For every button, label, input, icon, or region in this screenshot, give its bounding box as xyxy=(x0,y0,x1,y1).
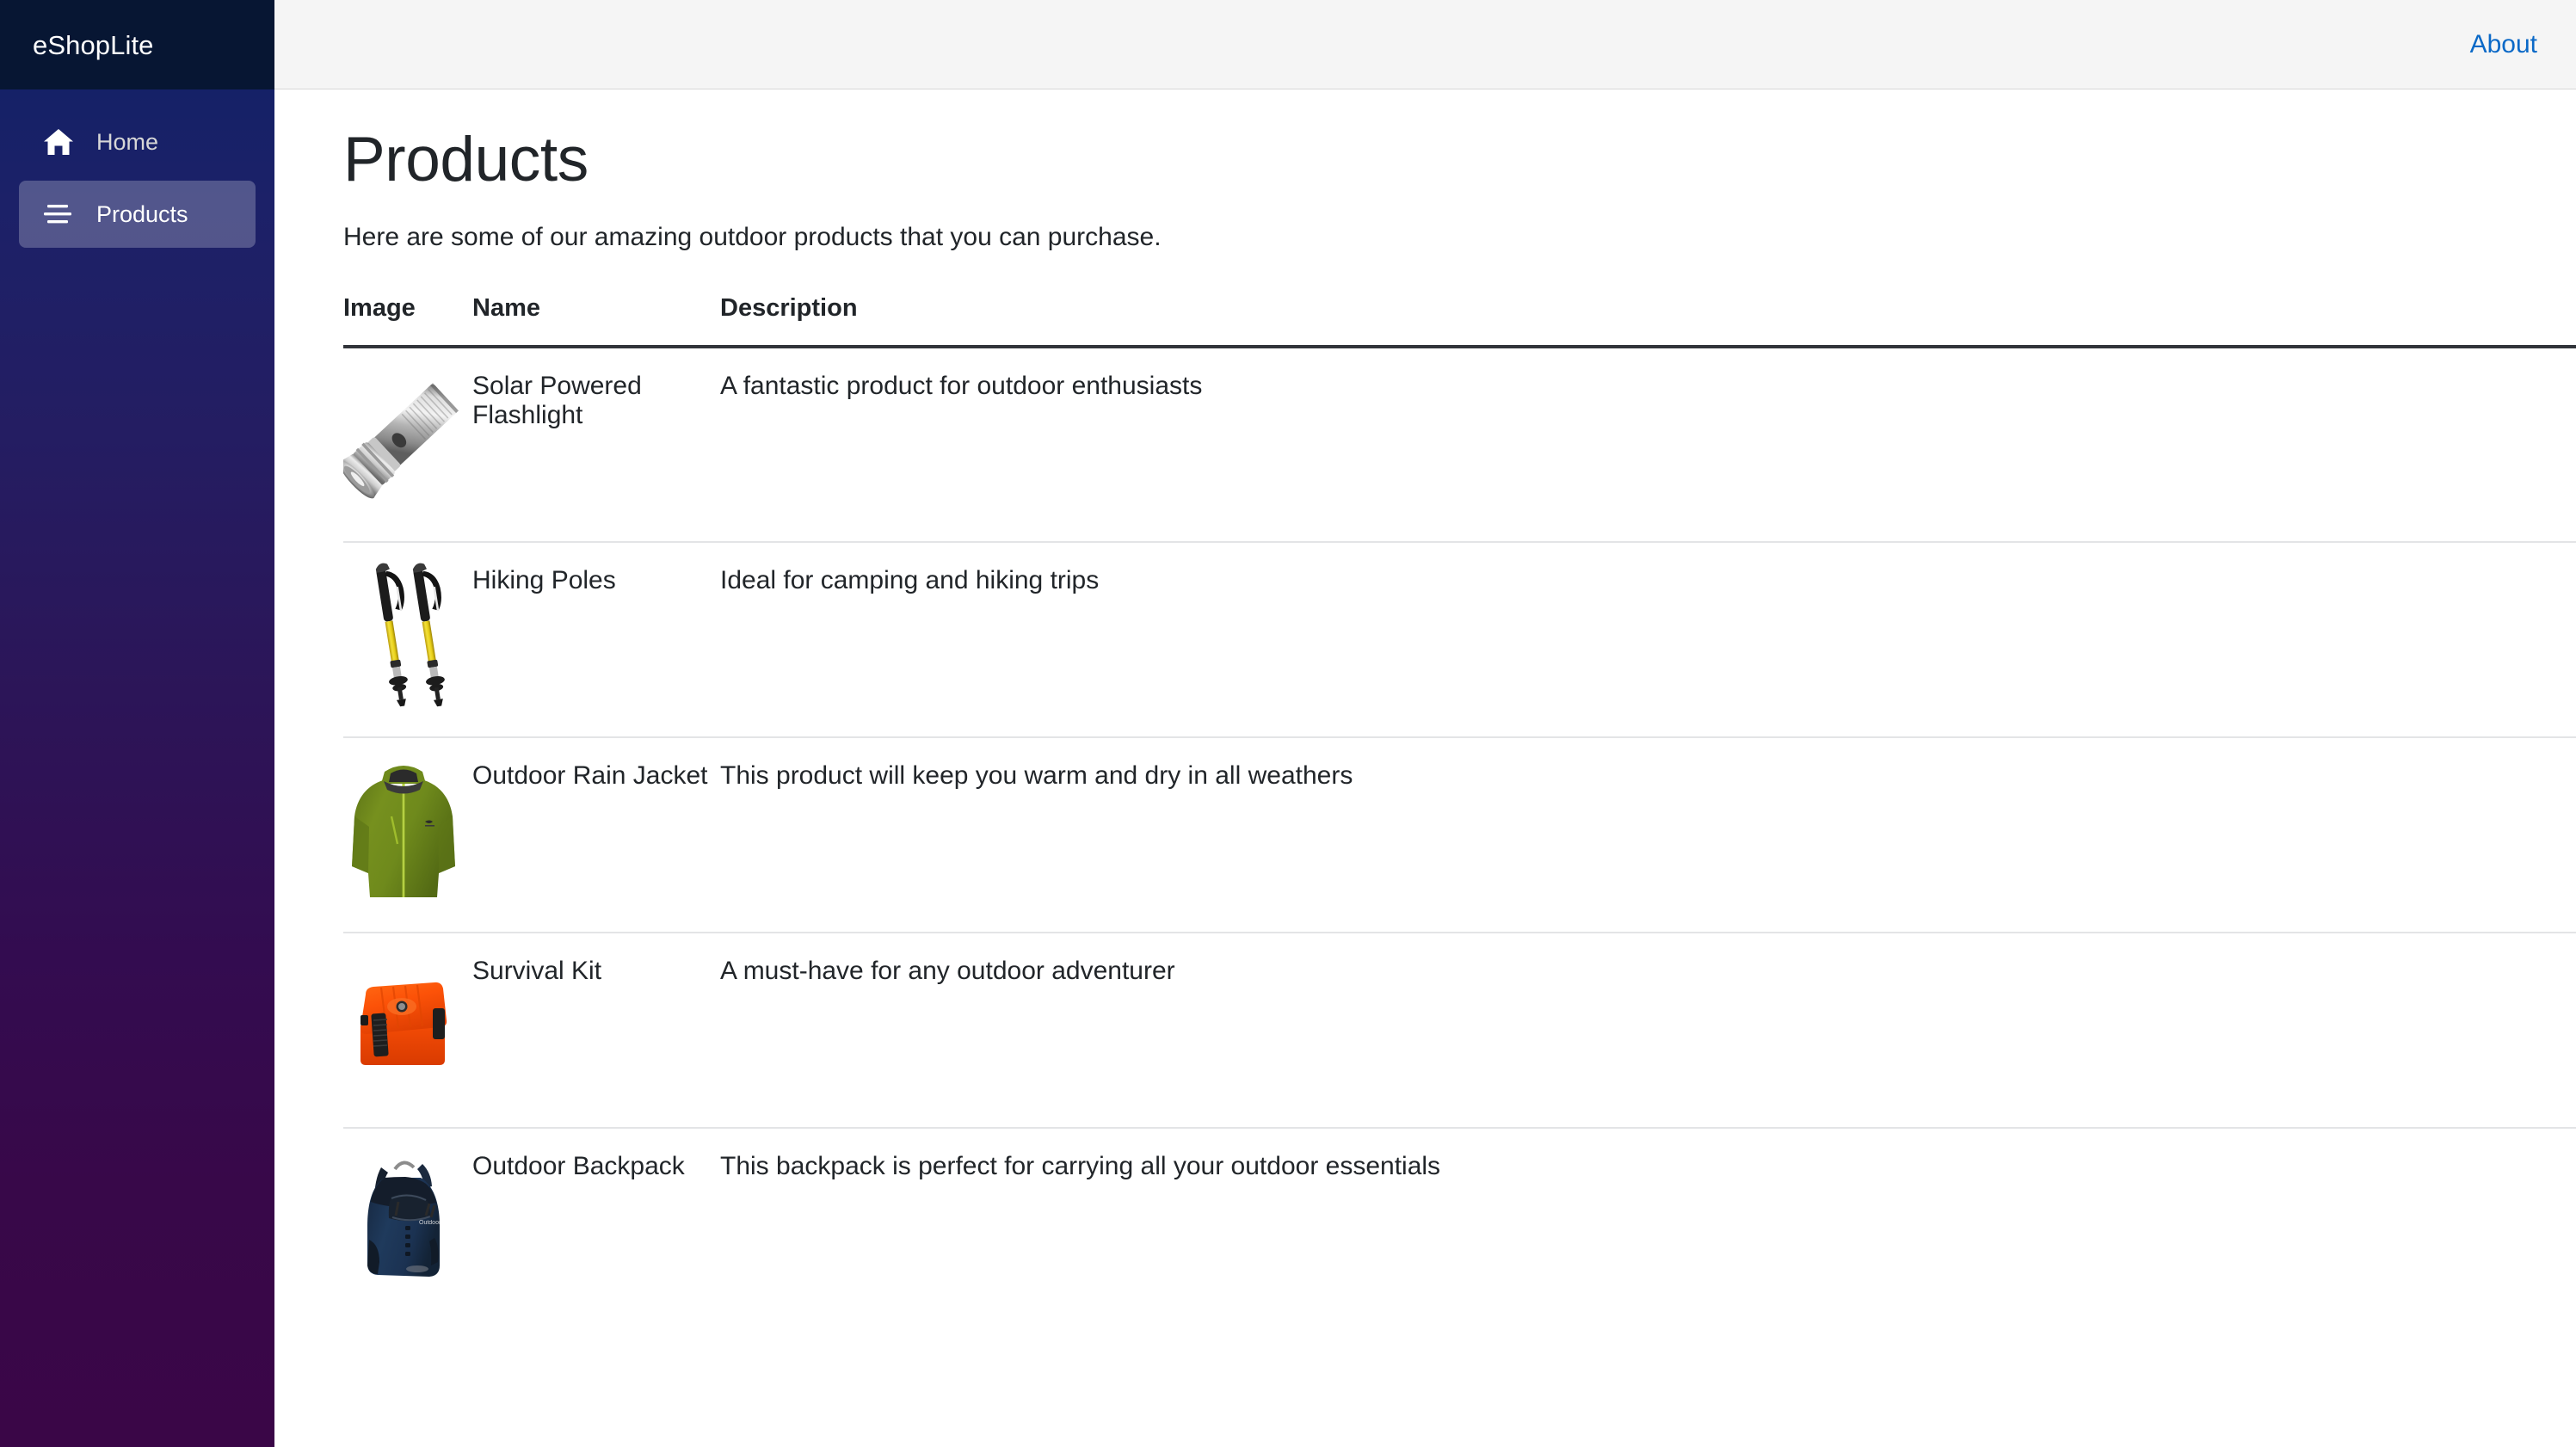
sidebar: eShopLite Home Pro xyxy=(0,0,274,1447)
product-image-cell xyxy=(343,542,472,737)
survival-kit-image xyxy=(343,948,464,1094)
page-title: Products xyxy=(343,127,2576,194)
product-description: Ideal for camping and hiking trips xyxy=(720,542,2527,737)
product-name: Survival Kit xyxy=(472,933,720,1128)
sidebar-item-label-home: Home xyxy=(96,131,158,154)
about-link[interactable]: About xyxy=(2470,32,2537,58)
brand-title: eShopLite xyxy=(33,32,154,58)
home-icon xyxy=(43,128,81,156)
app-root: eShopLite Home Pro xyxy=(0,0,2576,1447)
column-header-description: Description xyxy=(720,294,2527,347)
products-table: Image Name Description Price xyxy=(343,294,2576,1323)
products-table-body: Solar Powered Flashlight A fantastic pro… xyxy=(343,347,2576,1323)
product-image-cell xyxy=(343,347,472,542)
sidebar-nav-list: Home Products xyxy=(0,89,274,248)
page-subtitle: Here are some of our amazing outdoor pro… xyxy=(343,218,2576,256)
topbar: About xyxy=(274,0,2576,89)
table-row: Outdoor Outdoor Backpack This backpack i… xyxy=(343,1128,2576,1323)
table-header-row: Image Name Description Price xyxy=(343,294,2576,347)
product-name: Outdoor Rain Jacket xyxy=(472,737,720,933)
table-row: Outdoor Rain Jacket This product will ke… xyxy=(343,737,2576,933)
product-price: 24.99 xyxy=(2527,542,2576,737)
outdoor-rain-jacket-image xyxy=(343,753,464,899)
product-name: Solar Powered Flashlight xyxy=(472,347,720,542)
product-price: 49.99 xyxy=(2527,737,2576,933)
product-price: 99.99 xyxy=(2527,933,2576,1128)
product-description: A must-have for any outdoor adventurer xyxy=(720,933,2527,1128)
column-header-price: Price xyxy=(2527,294,2576,347)
product-price: 39.99 xyxy=(2527,1128,2576,1323)
hiking-poles-image xyxy=(343,557,464,704)
solar-powered-flashlight-image xyxy=(343,363,464,509)
table-row: Survival Kit A must-have for any outdoor… xyxy=(343,933,2576,1128)
product-description: A fantastic product for outdoor enthusia… xyxy=(720,347,2527,542)
product-price: 19.99 xyxy=(2527,347,2576,542)
column-header-image: Image xyxy=(343,294,472,347)
sidebar-item-products[interactable]: Products xyxy=(19,181,256,248)
column-header-name: Name xyxy=(472,294,720,347)
product-description: This backpack is perfect for carrying al… xyxy=(720,1128,2527,1323)
product-description: This product will keep you warm and dry … xyxy=(720,737,2527,933)
brand-bar: eShopLite xyxy=(0,0,274,89)
product-image-cell xyxy=(343,933,472,1128)
table-row: Solar Powered Flashlight A fantastic pro… xyxy=(343,347,2576,542)
product-image-cell xyxy=(343,737,472,933)
content-area: Products Here are some of our amazing ou… xyxy=(274,89,2576,1447)
outdoor-backpack-image: Outdoor xyxy=(343,1143,464,1290)
svg-text:Outdoor: Outdoor xyxy=(419,1220,441,1226)
product-name: Outdoor Backpack xyxy=(472,1128,720,1323)
list-icon xyxy=(43,203,81,225)
product-image-cell: Outdoor xyxy=(343,1128,472,1323)
sidebar-item-label-products: Products xyxy=(96,203,188,226)
main-area: About Products Here are some of our amaz… xyxy=(274,0,2576,1447)
table-row: Hiking Poles Ideal for camping and hikin… xyxy=(343,542,2576,737)
sidebar-item-home[interactable]: Home xyxy=(19,108,256,175)
product-name: Hiking Poles xyxy=(472,542,720,737)
products-table-head: Image Name Description Price xyxy=(343,294,2576,347)
